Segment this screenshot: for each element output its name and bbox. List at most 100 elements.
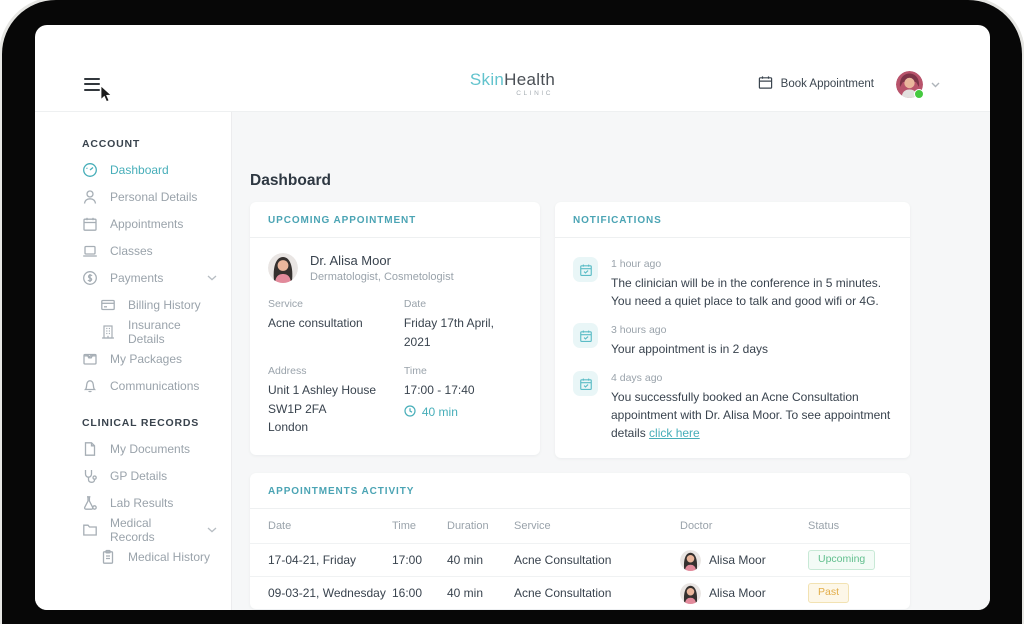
cell-duration: 40 min <box>447 586 514 600</box>
top-bar: SkinHealth CLINIC Book Appointment <box>35 25 990 112</box>
person-icon <box>82 189 98 205</box>
date-label: Date <box>404 298 522 310</box>
notification-text: The clinician will be in the conference … <box>611 274 892 310</box>
notification-time: 4 days ago <box>611 372 892 384</box>
dollar-icon <box>82 270 98 286</box>
cell-doctor: Alisa Moor <box>709 553 766 567</box>
table-row[interactable]: 09-03-21, Wednesday 16:00 40 min Acne Co… <box>250 576 910 609</box>
calendar-icon <box>758 75 773 93</box>
click-here-link[interactable]: click here <box>649 426 700 440</box>
calendar-check-icon <box>573 323 598 348</box>
folder-icon <box>82 522 98 538</box>
notifications-card: NOTIFICATIONS 1 hour ago The clinician w… <box>555 202 910 458</box>
sidebar-item-insurance-details[interactable]: Insurance Details <box>82 318 231 345</box>
sidebar-section-clinical-records: CLINICAL RECORDS <box>82 417 231 429</box>
sidebar-item-label: Personal Details <box>110 190 197 204</box>
address-label: Address <box>268 365 404 377</box>
table-header-row: Date Time Duration Service Doctor Status <box>250 509 910 543</box>
doctor-avatar <box>268 253 298 283</box>
sidebar-item-my-packages[interactable]: My Packages <box>82 345 231 372</box>
user-menu[interactable] <box>896 71 940 98</box>
bell-icon <box>82 378 98 394</box>
calendar-icon <box>82 216 98 232</box>
sidebar-item-label: Communications <box>110 379 199 393</box>
sidebar-item-dashboard[interactable]: Dashboard <box>82 156 231 183</box>
sidebar-item-personal-details[interactable]: Personal Details <box>82 183 231 210</box>
brand-tagline: CLINIC <box>470 91 555 98</box>
sidebar-item-medical-records[interactable]: Medical Records <box>82 516 231 543</box>
sidebar-item-billing-history[interactable]: Billing History <box>82 291 231 318</box>
chevron-down-icon <box>207 527 217 533</box>
brand-logo: SkinHealth CLINIC <box>470 71 555 98</box>
sidebar-item-my-documents[interactable]: My Documents <box>82 435 231 462</box>
sidebar-item-label: My Packages <box>110 352 182 366</box>
table-row[interactable]: 17-04-21, Friday 17:00 40 min Acne Consu… <box>250 543 910 576</box>
app-window: SkinHealth CLINIC Book Appointment <box>35 25 990 610</box>
calendar-check-icon <box>573 371 598 396</box>
book-appointment-label: Book Appointment <box>781 78 874 90</box>
sidebar-item-label: Appointments <box>110 217 183 231</box>
address-value: Unit 1 Ashley House SW1P 2FA London <box>268 381 404 437</box>
sidebar-item-payments[interactable]: Payments <box>82 264 231 291</box>
book-appointment-button[interactable]: Book Appointment <box>758 75 874 93</box>
notification-item: 3 hours ago Your appointment is in 2 day… <box>573 323 892 358</box>
sidebar-item-label: Insurance Details <box>128 318 217 346</box>
column-header-service: Service <box>514 520 680 532</box>
sidebar-item-lab-results[interactable]: Lab Results <box>82 489 231 516</box>
cell-time: 17:00 <box>392 553 447 567</box>
sidebar-section-account: ACCOUNT <box>82 138 231 150</box>
online-status-dot <box>914 89 924 99</box>
date-value: Friday 17th April, 2021 <box>404 314 522 351</box>
brand-secondary: Health <box>504 70 555 89</box>
status-badge: Upcoming <box>808 550 875 571</box>
service-value: Acne consultation <box>268 314 404 333</box>
sidebar-item-label: Dashboard <box>110 163 169 177</box>
cell-service: Acne Consultation <box>514 553 680 567</box>
column-header-date: Date <box>268 520 392 532</box>
sidebar-item-label: Medical History <box>128 550 210 564</box>
sidebar-item-label: Classes <box>110 244 153 258</box>
notification-item: 1 hour ago The clinician will be in the … <box>573 257 892 310</box>
notification-text: You successfully booked an Acne Consulta… <box>611 388 892 442</box>
cell-service: Acne Consultation <box>514 586 680 600</box>
main-content: Dashboard UPCOMING APPOINTMENT Dr. Alisa… <box>232 112 990 610</box>
appointments-activity-title: APPOINTMENTS ACTIVITY <box>250 473 910 509</box>
chevron-down-icon <box>207 275 217 281</box>
building-icon <box>100 324 116 340</box>
lab-flask-icon <box>82 495 98 511</box>
sidebar-item-medical-history[interactable]: Medical History <box>82 543 231 570</box>
sidebar-item-appointments[interactable]: Appointments <box>82 210 231 237</box>
column-header-status: Status <box>808 520 892 532</box>
status-badge: Past <box>808 583 849 604</box>
cell-date: 17-04-21, Friday <box>268 553 392 567</box>
notifications-title: NOTIFICATIONS <box>555 202 910 238</box>
upcoming-appointment-card: UPCOMING APPOINTMENT Dr. Alisa Moor Derm… <box>250 202 540 455</box>
calendar-check-icon <box>573 257 598 282</box>
notification-time: 3 hours ago <box>611 324 768 336</box>
hamburger-menu-icon[interactable] <box>84 78 100 91</box>
doctor-avatar <box>680 583 701 604</box>
sidebar-item-label: GP Details <box>110 469 167 483</box>
chevron-down-icon <box>931 75 940 93</box>
column-header-doctor: Doctor <box>680 520 808 532</box>
laptop-icon <box>82 243 98 259</box>
cell-time: 16:00 <box>392 586 447 600</box>
dashboard-icon <box>82 162 98 178</box>
appointments-activity-card: APPOINTMENTS ACTIVITY Date Time Duration… <box>250 473 910 609</box>
document-icon <box>82 441 98 457</box>
credit-card-icon <box>100 297 116 313</box>
package-icon <box>82 351 98 367</box>
sidebar-item-gp-details[interactable]: GP Details <box>82 462 231 489</box>
sidebar-item-classes[interactable]: Classes <box>82 237 231 264</box>
user-avatar <box>896 71 923 98</box>
doctor-speciality: Dermatologist, Cosmetologist <box>310 271 454 283</box>
cell-date: 09-03-21, Wednesday <box>268 586 392 600</box>
sidebar-item-label: My Documents <box>110 442 190 456</box>
brand-primary: Skin <box>470 70 504 89</box>
sidebar-item-communications[interactable]: Communications <box>82 372 231 399</box>
column-header-duration: Duration <box>447 520 514 532</box>
cell-doctor: Alisa Moor <box>709 586 766 600</box>
duration-value: 40 min <box>422 405 458 419</box>
cell-duration: 40 min <box>447 553 514 567</box>
sidebar-item-label: Lab Results <box>110 496 173 510</box>
